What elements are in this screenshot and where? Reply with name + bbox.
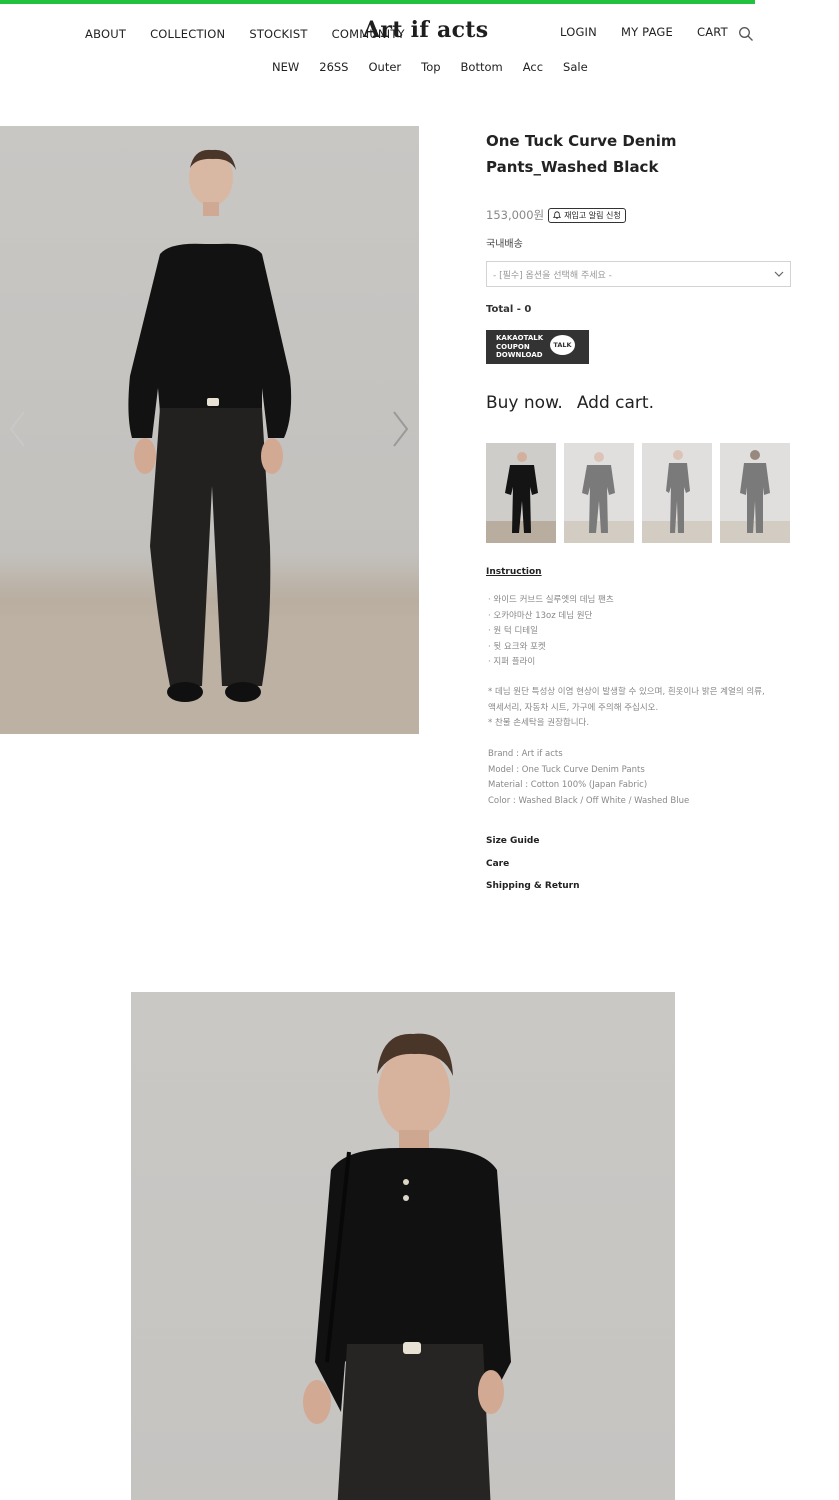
scroll-progress-fill (0, 0, 756, 4)
total-amount: Total - 0 (486, 304, 532, 315)
notice-line: * 찬물 손세탁을 권장합니다. (488, 718, 590, 728)
buy-now-button[interactable]: Buy now. (486, 393, 563, 413)
restock-alert-label: 재입고 알림 신청 (564, 210, 621, 220)
detail-item: · 원 턱 디테일 (488, 626, 538, 636)
product-specs: Brand : Art if acts Model : One Tuck Cur… (488, 747, 689, 809)
main-nav-left: ABOUT COLLECTION STOCKIST COMMUNITY (85, 27, 405, 41)
nav-cart[interactable]: CART (697, 25, 728, 39)
option-select[interactable]: - [필수] 옵션을 선택해 주세요 - (486, 261, 791, 287)
option-select-placeholder: - [필수] 옵션을 선택해 주세요 - (493, 270, 612, 281)
thumbnail-2[interactable] (564, 443, 634, 543)
size-guide-link[interactable]: Size Guide (486, 830, 580, 853)
detail-item: · 지퍼 플라이 (488, 657, 536, 667)
shipping-type: 국내배송 (486, 239, 523, 250)
model-figure (0, 149, 419, 734)
model-closeup-figure (303, 1033, 511, 1500)
nav-collection[interactable]: COLLECTION (150, 27, 225, 41)
nav-stockist[interactable]: STOCKIST (249, 27, 307, 41)
purchase-actions: Buy now. Add cart. (486, 393, 654, 413)
thumbnail-list (486, 443, 790, 543)
subnav-outer[interactable]: Outer (368, 60, 401, 74)
brand-logo[interactable]: Art if acts (363, 17, 488, 43)
product-title: One Tuck Curve Denim Pants_Washed Black (486, 132, 677, 176)
spec-brand: Brand : Art if acts (488, 749, 563, 759)
main-nav-right: LOGIN MY PAGE CART (560, 25, 728, 39)
spec-model: Model : One Tuck Curve Denim Pants (488, 764, 645, 775)
notice-line: * 데님 원단 특성상 이염 현상이 발생할 수 있으며, 흰옷이나 밝은 계열… (488, 687, 765, 697)
product-price: 153,000원 (486, 208, 545, 222)
detail-item: · 오카야마산 13oz 데님 원단 (488, 610, 593, 621)
category-subnav: NEW 26SS Outer Top Bottom Acc Sale (272, 60, 588, 74)
care-link[interactable]: Care (486, 853, 580, 876)
thumbnail-1[interactable] (486, 443, 556, 543)
chevron-down-icon (774, 271, 784, 277)
instruction-heading: Instruction (486, 567, 542, 577)
search-icon[interactable] (738, 26, 754, 42)
subnav-sale[interactable]: Sale (563, 60, 588, 74)
notice-line: 액세서리, 자동차 시트, 가구에 주의해 주십시오. (488, 702, 659, 713)
shipping-return-link[interactable]: Shipping & Return (486, 875, 580, 898)
nav-my-page[interactable]: MY PAGE (621, 25, 673, 39)
detail-item: · 와이드 커브드 실루엣의 데님 팬츠 (488, 595, 614, 605)
thumbnail-4[interactable] (720, 443, 790, 543)
prev-image-arrow-icon[interactable] (8, 410, 28, 448)
product-detail-image (131, 992, 675, 1500)
add-cart-button[interactable]: Add cart. (577, 393, 654, 413)
subnav-new[interactable]: NEW (272, 60, 299, 74)
subnav-bottom[interactable]: Bottom (461, 60, 503, 74)
spec-color: Color : Washed Black / Off White / Washe… (488, 795, 690, 806)
product-detail-list: · 와이드 커브드 실루엣의 데님 팬츠 · 오카야마산 13oz 데님 원단 … (488, 593, 614, 671)
detail-item: · 뒷 요크와 포켓 (488, 641, 546, 652)
subnav-acc[interactable]: Acc (523, 60, 543, 74)
product-main-image[interactable] (0, 126, 419, 734)
info-links: Size Guide Care Shipping & Return (486, 830, 580, 898)
kakao-talk-icon: TALK (550, 335, 575, 355)
bell-icon (553, 211, 562, 219)
nav-about[interactable]: ABOUT (85, 27, 126, 41)
spec-material: Material : Cotton 100% (Japan Fabric) (488, 780, 648, 790)
kakao-coupon-label: KAKAOTALK COUPON DOWNLOAD (496, 334, 544, 360)
restock-alert-button[interactable]: 재입고 알림 신청 (548, 207, 626, 223)
care-notice: * 데님 원단 특성상 이염 현상이 발생할 수 있으며, 흰옷이나 밝은 계열… (488, 685, 808, 732)
subnav-26ss[interactable]: 26SS (319, 60, 348, 74)
scroll-progress-bar (0, 0, 839, 4)
kakao-coupon-button[interactable]: KAKAOTALK COUPON DOWNLOAD TALK (486, 330, 589, 364)
nav-login[interactable]: LOGIN (560, 25, 597, 39)
price-row: 153,000원 재입고 알림 신청 (486, 207, 626, 223)
next-image-arrow-icon[interactable] (390, 410, 410, 448)
thumbnail-3[interactable] (642, 443, 712, 543)
subnav-top[interactable]: Top (421, 60, 440, 74)
